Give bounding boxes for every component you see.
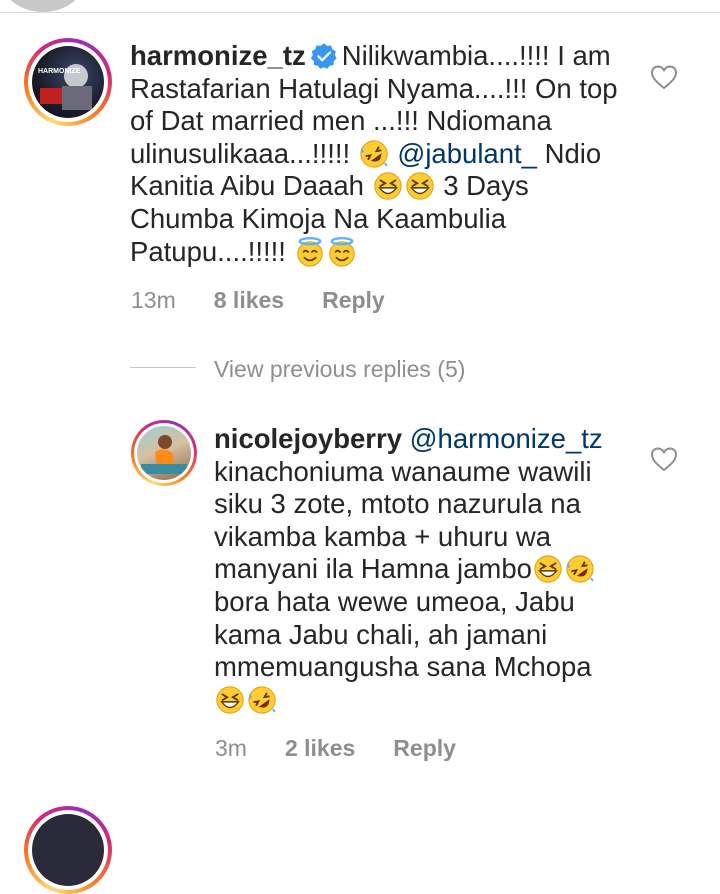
view-previous-replies-label[interactable]: View previous replies (5) — [214, 356, 465, 383]
reply-meta: 3m 2 likes Reply — [215, 735, 494, 762]
reply-button[interactable]: Reply — [322, 287, 385, 314]
smiling-face-with-halo-emoji — [295, 237, 325, 267]
grinning-squinting-face-emoji — [215, 685, 245, 715]
replies-divider-line — [130, 367, 196, 368]
verified-badge-icon — [310, 43, 337, 69]
grinning-squinting-face-emoji — [533, 554, 563, 584]
reply-username[interactable]: nicolejoyberry — [214, 423, 402, 454]
avatar-photo — [141, 435, 187, 474]
comment-time: 13m — [131, 287, 176, 313]
rolling-on-floor-laughing-emoji — [359, 139, 389, 169]
reply-mention-link[interactable]: @harmonize_tz — [410, 423, 603, 454]
grinning-squinting-face-emoji — [373, 171, 403, 201]
reply-text: nicolejoyberry @harmonize_tz kinachonium… — [214, 423, 614, 716]
heart-icon[interactable] — [650, 446, 678, 472]
top-divider — [0, 12, 720, 13]
previous-comment-avatar-fragment — [0, 0, 86, 12]
rolling-on-floor-laughing-emoji — [247, 685, 277, 715]
comment-text: harmonize_tz Nilikwambia....!!!! I am Ras… — [130, 40, 630, 268]
heart-icon[interactable] — [650, 64, 678, 90]
avatar-harmonize[interactable]: HARMONIZE — [24, 38, 112, 126]
reply-text-part2: bora hata wewe umeoa, Jabu kama Jabu cha… — [214, 585, 592, 683]
reply-reply-button[interactable]: Reply — [393, 735, 456, 762]
smiling-face-with-halo-emoji — [327, 237, 357, 267]
avatar-logo-text: HARMONIZE — [38, 68, 81, 75]
comment-username[interactable]: harmonize_tz — [130, 40, 306, 71]
reply-likes-count[interactable]: 2 likes — [285, 735, 355, 762]
reply-time: 3m — [215, 735, 247, 761]
mention-link[interactable]: @jabulant_ — [397, 138, 537, 169]
next-comment-avatar-fragment[interactable] — [24, 806, 112, 894]
avatar-artwork — [40, 64, 92, 110]
avatar-nicolejoyberry[interactable] — [131, 420, 197, 486]
rolling-on-floor-laughing-emoji — [565, 554, 595, 584]
likes-count[interactable]: 8 likes — [214, 287, 284, 314]
grinning-squinting-face-emoji — [405, 171, 435, 201]
comment-meta: 13m 8 likes Reply — [131, 287, 423, 314]
